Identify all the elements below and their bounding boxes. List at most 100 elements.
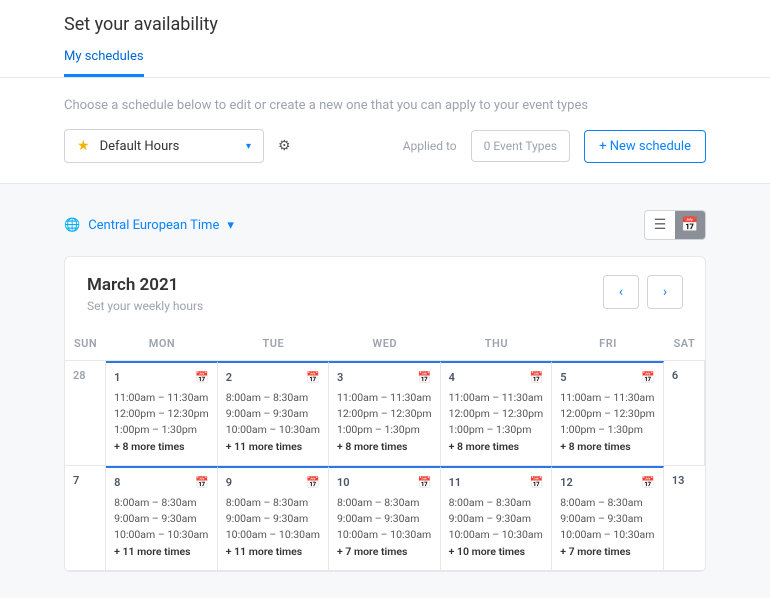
more-times[interactable]: + 11 more times [114,544,209,560]
day-cell[interactable]: 8📅8:00am – 8:30am9:00am – 9:30am10:00am … [106,466,218,571]
day-number: 11📅 [449,476,544,489]
day-number: 28 [73,369,97,382]
prev-month-button[interactable]: ‹ [603,275,639,309]
more-times[interactable]: + 11 more times [226,439,320,455]
day-number: 10📅 [337,476,432,489]
time-slot: 8:00am – 8:30am [226,495,320,511]
time-slot: 10:00am – 10:30am [337,527,432,543]
calendar-icon: 📅 [195,371,209,384]
time-slot: 8:00am – 8:30am [560,495,655,511]
view-toggle: ☰ 📅 [644,210,706,240]
calendar-icon: 📅 [530,371,544,384]
time-slot: 12:00pm – 12:30pm [337,406,432,422]
month-subtitle: Set your weekly hours [87,299,603,313]
instruction-text: Choose a schedule below to edit or creat… [64,98,706,113]
day-cell[interactable]: 12📅 8:00am – 8:30am9:00am – 9:30am10:00am… [552,466,664,571]
time-slot: 10:00am – 10:30am [449,527,544,543]
weekday-header: WED [329,327,441,361]
day-number: 8📅 [114,476,209,489]
calendar-icon: 📅 [641,476,655,489]
weekday-header: FRI [552,327,664,361]
applied-count[interactable]: 0 Event Types [471,130,571,162]
schedule-dropdown[interactable]: ★ Default Hours ▾ [64,129,264,163]
time-slot: 10:00am – 10:30am [226,422,320,438]
day-cell[interactable]: 6 [664,361,705,466]
time-slot: 11:00am – 11:30am [560,390,655,406]
calendar-icon: 📅 [306,476,320,489]
calendar-icon: 📅 [195,476,209,489]
more-times[interactable]: + 8 more times [337,439,432,455]
month-label: March 2021 [87,275,603,295]
gear-icon[interactable]: ⚙ [278,138,291,154]
calendar-icon: 📅 [306,371,320,384]
time-slot: 9:00am – 9:30am [114,511,209,527]
page-title: Set your availability [64,14,706,35]
schedule-dropdown-label: Default Hours [100,139,236,154]
time-slot: 1:00pm – 1:30pm [337,422,432,438]
more-times[interactable]: + 7 more times [337,544,432,560]
day-cell[interactable]: 2📅8:00am – 8:30am9:00am – 9:30am10:00am … [218,361,329,466]
day-number: 1📅 [114,371,209,384]
time-slot: 11:00am – 11:30am [449,390,544,406]
day-number: 6 [672,369,696,382]
next-month-button[interactable]: › [647,275,683,309]
list-view-button[interactable]: ☰ [645,211,675,239]
tab-my-schedules[interactable]: My schedules [64,49,144,77]
time-slot: 9:00am – 9:30am [226,511,320,527]
time-slot: 12:00pm – 12:30pm [114,406,209,422]
weekday-header: SAT [664,327,705,361]
day-number: 2📅 [226,371,320,384]
weekday-header: SUN [65,327,106,361]
time-slot: 12:00pm – 12:30pm [449,406,544,422]
new-schedule-button[interactable]: + New schedule [584,130,706,163]
day-number: 4📅 [449,371,544,384]
time-slot: 8:00am – 8:30am [337,495,432,511]
calendar-icon: 📅 [418,371,432,384]
day-number: 7 [73,474,97,487]
time-slot: 9:00am – 9:30am [337,511,432,527]
time-slot: 1:00pm – 1:30pm [560,422,655,438]
caret-down-icon: ▾ [227,218,234,233]
day-number: 5📅 [560,371,655,384]
time-slot: 11:00am – 11:30am [337,390,432,406]
calendar-view-button[interactable]: 📅 [675,211,705,239]
time-slot: 1:00pm – 1:30pm [449,422,544,438]
time-slot: 9:00am – 9:30am [226,406,320,422]
time-slot: 10:00am – 10:30am [226,527,320,543]
more-times[interactable]: + 8 more times [114,439,209,455]
time-slot: 9:00am – 9:30am [449,511,544,527]
timezone-select[interactable]: Central European Time [88,218,219,233]
calendar-icon: 📅 [418,476,432,489]
day-cell[interactable]: 3📅11:00am – 11:30am12:00pm – 12:30pm1:00… [329,361,441,466]
time-slot: 12:00pm – 12:30pm [560,406,655,422]
time-slot: 11:00am – 11:30am [114,390,209,406]
weekday-header: THU [441,327,553,361]
day-number: 9📅 [226,476,320,489]
globe-icon: 🌐 [64,218,80,233]
applied-to-label: Applied to [403,139,457,153]
star-icon: ★ [77,138,90,154]
more-times[interactable]: + 10 more times [449,544,544,560]
day-cell[interactable]: 11📅8:00am – 8:30am9:00am – 9:30am10:00am… [441,466,553,571]
day-cell[interactable]: 7 [65,466,106,571]
day-cell[interactable]: 28 [65,361,106,466]
more-times[interactable]: + 7 more times [560,544,655,560]
time-slot: 8:00am – 8:30am [114,495,209,511]
day-cell[interactable]: 10📅 8:00am – 8:30am9:00am – 9:30am10:00am… [329,466,441,571]
day-cell[interactable]: 1📅11:00am – 11:30am12:00pm – 12:30pm1:00… [106,361,218,466]
time-slot: 9:00am – 9:30am [560,511,655,527]
day-cell[interactable]: 4📅 11:00am – 11:30am12:00pm – 12:30pm1:00… [441,361,553,466]
more-times[interactable]: + 8 more times [560,439,655,455]
day-number: 13 [672,474,697,487]
day-number: 12📅 [560,476,655,489]
calendar-icon: 📅 [530,476,544,489]
day-cell[interactable]: 5📅 11:00am – 11:30am12:00pm – 12:30pm1:00… [552,361,664,466]
more-times[interactable]: + 11 more times [226,544,320,560]
weekday-header: MON [106,327,218,361]
weekday-header: TUE [218,327,329,361]
calendar-icon: 📅 [641,371,655,384]
day-cell[interactable]: 9📅 8:00am – 8:30am9:00am – 9:30am10:00am … [218,466,329,571]
more-times[interactable]: + 8 more times [449,439,544,455]
day-cell[interactable]: 13 [664,466,705,571]
time-slot: 10:00am – 10:30am [560,527,655,543]
